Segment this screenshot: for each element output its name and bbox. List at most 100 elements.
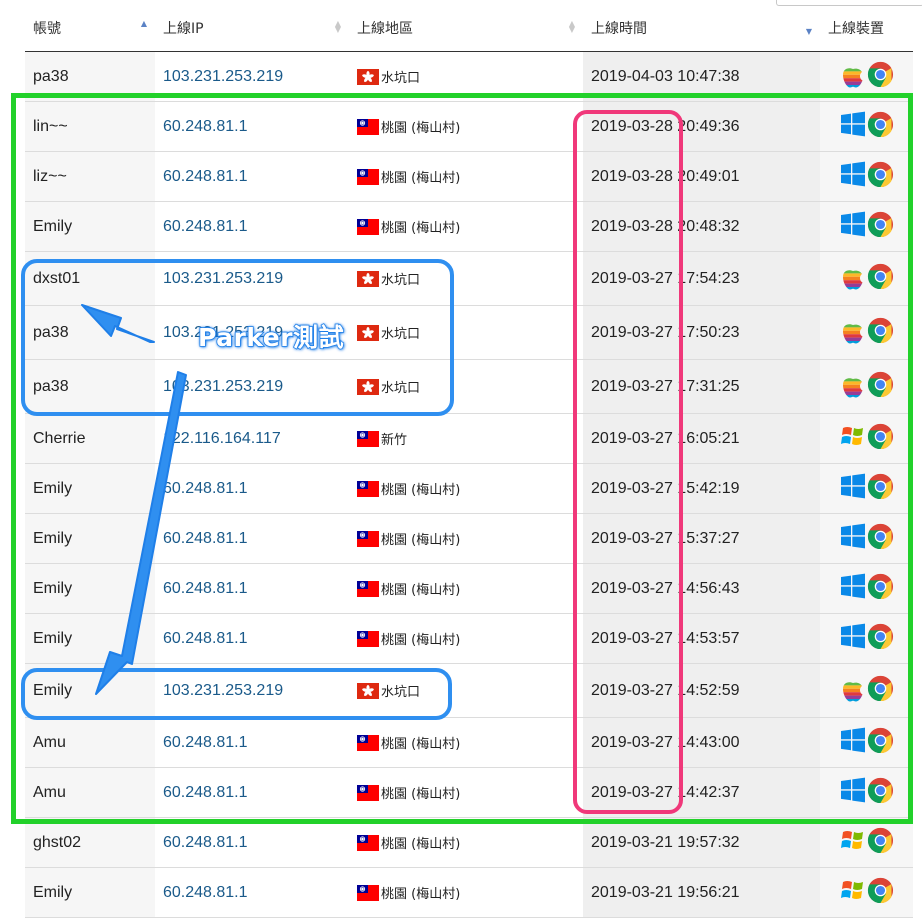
ip-address: 60.248.81.1 [163, 883, 248, 901]
region-name: 桃園 (梅山村) [381, 787, 461, 802]
ip-address: 60.248.81.1 [163, 579, 248, 597]
column-header-ip[interactable]: 上線IP ▲ ▼ [155, 4, 349, 52]
ip-cell: 60.248.81.1 [155, 563, 349, 614]
device-cell [820, 201, 913, 252]
login-time: 2019-04-03 10:47:38 [591, 67, 740, 85]
ip-cell: 60.248.81.1 [155, 513, 349, 564]
table-row[interactable]: Emily 103.231.253.219 水坑口 2019-03-27 14:… [25, 663, 913, 718]
table-row[interactable]: Cherrie 122.116.164.117 新竹 2019-03-27 16… [25, 413, 913, 464]
login-time: 2019-03-28 20:48:32 [591, 217, 740, 235]
table-row[interactable]: pa38 103.231.253.219 水坑口 2019-03-27 17:5… [25, 305, 913, 360]
account-cell: pa38 [25, 305, 155, 360]
region-cell: 水坑口 [349, 305, 583, 360]
account-cell: Emily [25, 613, 155, 664]
chrome-icon [867, 727, 893, 753]
region-cell: 桃園 (梅山村) [349, 513, 583, 564]
table-row[interactable]: Emily 60.248.81.1 桃園 (梅山村) 2019-03-21 19… [25, 867, 913, 918]
chrome-icon [867, 211, 893, 237]
ip-cell: 60.248.81.1 [155, 767, 349, 818]
table-row[interactable]: Emily 60.248.81.1 桃園 (梅山村) 2019-03-27 15… [25, 463, 913, 514]
chrome-icon [867, 777, 893, 803]
table-row[interactable]: pa38 103.231.253.219 水坑口 2019-03-27 17:3… [25, 359, 913, 414]
chrome-icon [867, 523, 893, 549]
login-time: 2019-03-27 14:43:00 [591, 733, 740, 751]
region-name: 水坑口 [381, 327, 421, 342]
table-row[interactable]: Emily 60.248.81.1 桃園 (梅山村) 2019-03-27 14… [25, 563, 913, 614]
sort-arrows-icon[interactable]: ▲ ▼ [335, 20, 341, 34]
account-cell: Amu [25, 767, 155, 818]
chrome-icon [867, 573, 893, 599]
taiwan-flag-icon [357, 531, 379, 547]
login-time: 2019-03-27 15:37:27 [591, 529, 740, 547]
taiwan-flag-icon [357, 431, 379, 447]
windows-icon [840, 161, 865, 187]
account-cell: Emily [25, 513, 155, 564]
device-cell [820, 413, 913, 464]
table-row[interactable]: pa38 103.231.253.219 水坑口 2019-04-03 10:4… [25, 51, 913, 102]
account-name: Emily [33, 883, 73, 901]
time-cell: 2019-03-28 20:49:36 [583, 101, 820, 152]
sort-arrows-icon[interactable]: ▲ ▼ [569, 20, 575, 34]
sort-arrows-icon[interactable]: ▲ [141, 20, 147, 28]
table-row[interactable]: Emily 60.248.81.1 桃園 (梅山村) 2019-03-27 15… [25, 513, 913, 564]
windows-xp-icon [840, 427, 863, 446]
chrome-icon [867, 423, 893, 449]
column-header-account[interactable]: 帳號 ▲ [25, 4, 155, 52]
region-cell: 桃園 (梅山村) [349, 563, 583, 614]
account-cell: Emily [25, 201, 155, 252]
windows-xp-icon [840, 831, 863, 850]
time-cell: 2019-03-27 14:43:00 [583, 717, 820, 768]
windows-icon [840, 523, 865, 549]
account-name: Cherrie [33, 429, 86, 447]
taiwan-flag-icon [357, 885, 379, 901]
column-header-device[interactable]: 上線裝置 [820, 4, 913, 52]
table-row[interactable]: Emily 60.248.81.1 桃園 (梅山村) 2019-03-27 14… [25, 613, 913, 664]
table-row[interactable]: Emily 60.248.81.1 桃園 (梅山村) 2019-03-28 20… [25, 201, 913, 252]
account-name: pa38 [33, 323, 69, 341]
ip-address: 60.248.81.1 [163, 783, 248, 801]
column-header-region[interactable]: 上線地區 ▲ ▼ [349, 4, 583, 52]
region-name: 桃園 (梅山村) [381, 633, 461, 648]
ip-address: 60.248.81.1 [163, 117, 248, 135]
table-row[interactable]: Amu 60.248.81.1 桃園 (梅山村) 2019-03-27 14:4… [25, 767, 913, 818]
windows-icon [840, 473, 865, 499]
device-cell [820, 305, 913, 360]
windows-icon [840, 623, 865, 649]
table-row[interactable]: dxst01 103.231.253.219 水坑口 2019-03-27 17… [25, 251, 913, 306]
column-header-time[interactable]: 上線時間 ▼ [583, 4, 820, 52]
windows-icon [840, 777, 865, 803]
region-cell: 桃園 (梅山村) [349, 151, 583, 202]
time-cell: 2019-03-28 20:48:32 [583, 201, 820, 252]
region-cell: 桃園 (梅山村) [349, 463, 583, 514]
hong-kong-flag-icon [357, 683, 379, 699]
login-time: 2019-03-27 14:42:37 [591, 783, 740, 801]
region-name: 桃園 (梅山村) [381, 221, 461, 236]
sort-arrows-icon[interactable]: ▼ [806, 28, 812, 36]
table-row[interactable]: lin~~ 60.248.81.1 桃園 (梅山村) 2019-03-28 20… [25, 101, 913, 152]
time-cell: 2019-03-27 14:53:57 [583, 613, 820, 664]
windows-icon [840, 727, 865, 753]
region-cell: 桃園 (梅山村) [349, 817, 583, 868]
account-cell: Emily [25, 663, 155, 718]
ip-cell: 60.248.81.1 [155, 201, 349, 252]
login-time: 2019-03-27 14:56:43 [591, 579, 740, 597]
device-cell [820, 867, 913, 918]
account-name: ghst02 [33, 833, 82, 851]
ip-address: 60.248.81.1 [163, 529, 248, 547]
table-row[interactable]: Amu 60.248.81.1 桃園 (梅山村) 2019-03-27 14:4… [25, 717, 913, 768]
region-name: 水坑口 [381, 381, 421, 396]
account-name: pa38 [33, 377, 69, 395]
login-time: 2019-03-28 20:49:36 [591, 117, 740, 135]
chrome-icon [867, 473, 893, 499]
region-cell: 水坑口 [349, 51, 583, 102]
chrome-icon [867, 623, 893, 649]
annotation-label: Parker測試 [197, 322, 345, 353]
taiwan-flag-icon [357, 631, 379, 647]
login-time: 2019-03-28 20:49:01 [591, 167, 740, 185]
table-row[interactable]: liz~~ 60.248.81.1 桃園 (梅山村) 2019-03-28 20… [25, 151, 913, 202]
account-cell: Cherrie [25, 413, 155, 464]
region-cell: 水坑口 [349, 251, 583, 306]
device-cell [820, 251, 913, 306]
table-row[interactable]: ghst02 60.248.81.1 桃園 (梅山村) 2019-03-21 1… [25, 817, 913, 868]
region-name: 桃園 (梅山村) [381, 887, 461, 902]
